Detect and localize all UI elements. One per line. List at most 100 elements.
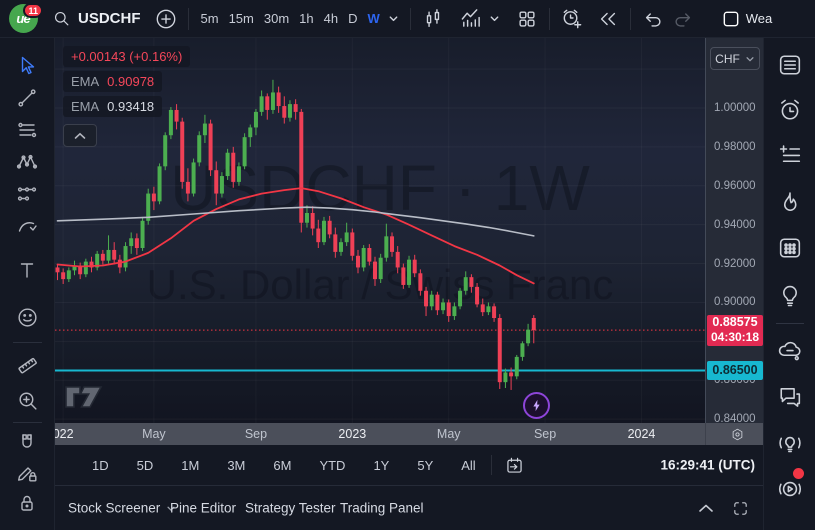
range-6m[interactable]: 6M: [266, 454, 298, 477]
lock-all-tool[interactable]: [10, 486, 44, 520]
calendar-icon[interactable]: [772, 230, 808, 266]
ema-row-2[interactable]: EMA 0.93418: [63, 96, 162, 117]
layout-grid-icon[interactable]: [512, 4, 542, 34]
range-5y[interactable]: 5Y: [410, 454, 440, 477]
chart-style-icon[interactable]: [418, 4, 448, 34]
interval-15m[interactable]: 15m: [224, 7, 259, 30]
divider: [13, 422, 42, 423]
legend-collapse-button[interactable]: [63, 124, 97, 147]
live-indicator-dot: [793, 468, 804, 479]
ideas-icon[interactable]: [772, 277, 808, 313]
bar-replay-icon[interactable]: [593, 4, 623, 34]
footer-tab-label: Strategy Tester: [245, 501, 336, 516]
save-layout-icon[interactable]: [716, 4, 746, 34]
range-all[interactable]: All: [454, 454, 482, 477]
range-ytd[interactable]: YTD: [312, 454, 352, 477]
widget-sidebar: [763, 38, 815, 530]
ema-value: 0.90978: [107, 74, 154, 89]
go-to-date-icon[interactable]: [500, 451, 530, 479]
ruler-tool[interactable]: [10, 348, 44, 382]
price-label: 0.94000: [714, 219, 756, 231]
price-label: 0.96000: [714, 180, 756, 192]
indicators-chevron-icon[interactable]: [486, 4, 504, 34]
chart-pane[interactable]: USDCHF · 1W U.S. Dollar / Swiss Franc +0…: [55, 38, 705, 423]
ema-line-1: [58, 188, 534, 283]
ema-line-2: [58, 207, 534, 236]
forecast-tool[interactable]: [10, 177, 44, 211]
tradingview-app: ue 11 USDCHF 5m15m30m1h4hDW: [0, 0, 815, 530]
footer-tab-stock-screener[interactable]: Stock Screener: [68, 501, 176, 516]
ema-row-1[interactable]: EMA0.90978: [63, 71, 162, 92]
range-5d[interactable]: 5D: [130, 454, 161, 477]
interval-chevron-icon[interactable]: [385, 4, 403, 34]
compare-add-icon[interactable]: [151, 4, 181, 34]
chat-icon[interactable]: [772, 379, 808, 415]
notification-badge: 11: [23, 3, 43, 18]
drawing-edit-lock-tool[interactable]: [10, 455, 44, 489]
price-label: 1.00000: [714, 102, 756, 114]
alerts-icon[interactable]: [772, 92, 808, 128]
watchlist-icon[interactable]: [772, 47, 808, 83]
text-tool[interactable]: [10, 253, 44, 287]
layout-name[interactable]: Wea: [746, 11, 773, 26]
indicators-icon[interactable]: [456, 4, 486, 34]
divider: [549, 8, 550, 30]
time-label: Sep: [245, 427, 267, 441]
range-3m[interactable]: 3M: [220, 454, 252, 477]
axis-settings-gear-icon[interactable]: [723, 424, 751, 444]
time-label: 022: [53, 427, 74, 441]
bar-countdown: 04:30:18: [707, 330, 763, 345]
footer-tab-pine-editor[interactable]: Pine Editor: [170, 501, 236, 516]
more-icon[interactable]: [772, 512, 808, 530]
time-axis[interactable]: 022MaySep2023MaySep2024: [55, 423, 763, 445]
divider: [188, 8, 189, 30]
redo-icon[interactable]: [668, 4, 698, 34]
footer-collapse-icon[interactable]: [693, 495, 719, 521]
zoom-in-tool[interactable]: [10, 383, 44, 417]
ema-value: 0.93418: [107, 99, 154, 114]
interval-D[interactable]: D: [343, 7, 362, 30]
trend-line-tool[interactable]: [10, 81, 44, 115]
fullscreen-icon[interactable]: [727, 495, 753, 521]
footer-tab-label: Stock Screener: [68, 501, 160, 516]
range-toolbar: 1D 5D 1M 3M 6M YTD 1Y 5Y All 16:29:41 (UTC): [55, 445, 763, 486]
cursor-tool[interactable]: [10, 49, 44, 83]
last-price-badge: 0.88575 04:30:18: [707, 315, 763, 346]
alert-add-icon[interactable]: [557, 4, 587, 34]
search-icon[interactable]: [46, 4, 76, 34]
notes-icon[interactable]: [772, 138, 808, 174]
price-label: 0.92000: [714, 258, 756, 270]
home-button[interactable]: ue 11: [0, 4, 46, 33]
footer-tab-trading-panel[interactable]: Trading Panel: [340, 501, 424, 516]
brush-tool[interactable]: [10, 209, 44, 243]
interval-1h[interactable]: 1h: [294, 7, 318, 30]
currency-label: CHF: [715, 52, 740, 66]
clock[interactable]: 16:29:41 (UTC): [660, 458, 755, 473]
symbol-search-button[interactable]: USDCHF: [78, 10, 141, 27]
ema-label: EMA: [71, 99, 99, 114]
range-1y[interactable]: 1Y: [366, 454, 396, 477]
emoji-tool[interactable]: [10, 300, 44, 334]
xabcd-pattern-tool[interactable]: [10, 145, 44, 179]
currency-selector[interactable]: CHF: [710, 47, 760, 70]
undo-icon[interactable]: [638, 4, 668, 34]
hotlists-icon[interactable]: [772, 185, 808, 221]
time-label: May: [437, 427, 461, 441]
streams-icon[interactable]: [772, 471, 808, 507]
interval-W[interactable]: W: [362, 7, 384, 30]
range-1m[interactable]: 1M: [174, 454, 206, 477]
price-axis[interactable]: CHF 1.000000.980000.960000.940000.920000…: [705, 38, 763, 423]
fib-retracement-tool[interactable]: [10, 113, 44, 147]
interval-5m[interactable]: 5m: [196, 7, 224, 30]
time-label: Sep: [534, 427, 556, 441]
live-ideas-icon[interactable]: [772, 425, 808, 461]
divider: [705, 423, 706, 445]
range-1d[interactable]: 1D: [85, 454, 116, 477]
interval-30m[interactable]: 30m: [259, 7, 294, 30]
interval-4h[interactable]: 4h: [319, 7, 343, 30]
footer-tab-strategy-tester[interactable]: Strategy Tester: [245, 501, 336, 516]
chart-legend: +0.00143 (+0.16%) EMA0.90978 EMA0.93418: [63, 46, 190, 147]
tradingview-logo-watermark: [65, 385, 103, 409]
boost-badge[interactable]: [523, 392, 550, 419]
minds-icon[interactable]: [772, 332, 808, 368]
